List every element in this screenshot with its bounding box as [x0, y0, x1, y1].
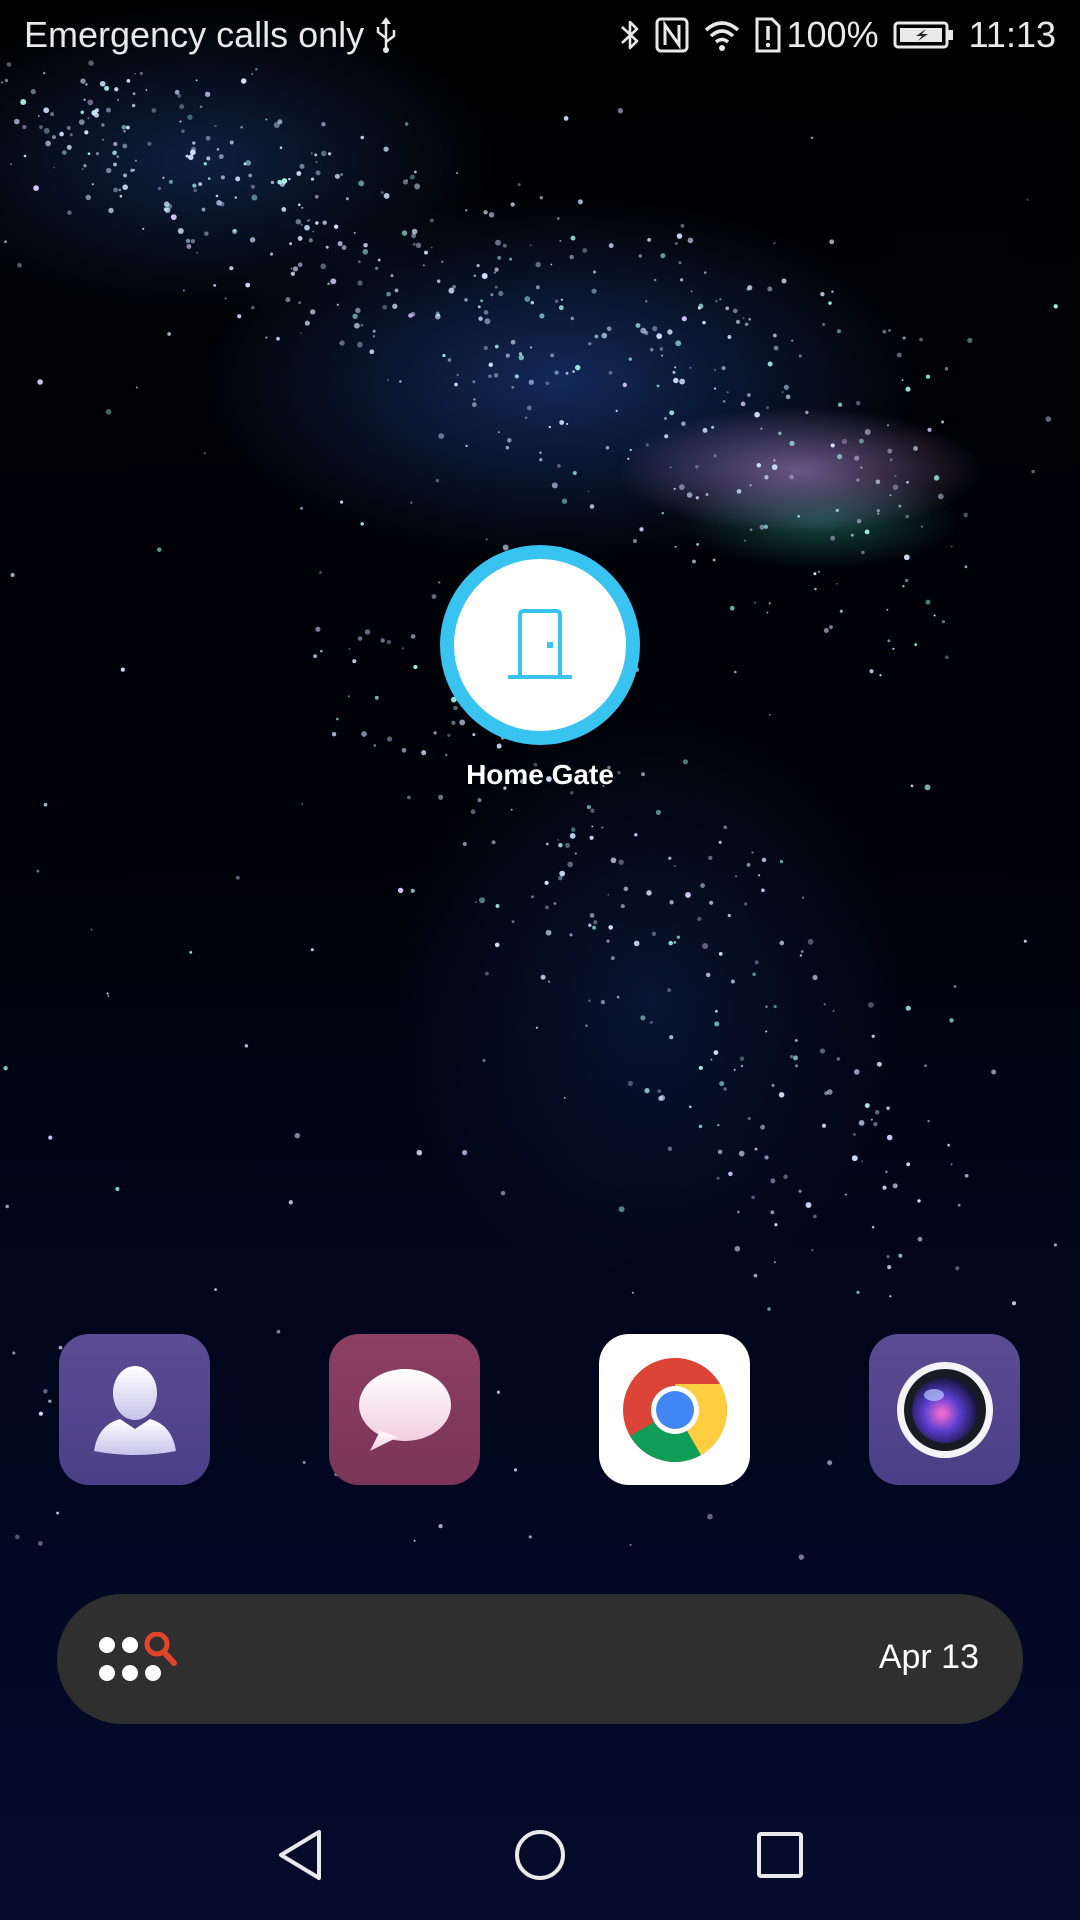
app-drawer-search-icon[interactable] [97, 1632, 197, 1688]
home-gate-icon-container [440, 545, 640, 745]
messages-icon [358, 1368, 451, 1451]
sim-alert-icon [755, 17, 781, 53]
wifi-icon [703, 18, 741, 52]
battery-charging-icon [893, 20, 955, 50]
bluetooth-icon [619, 17, 641, 53]
chrome-icon [622, 1357, 727, 1462]
contacts-icon [93, 1365, 176, 1455]
contacts-app[interactable] [59, 1334, 210, 1485]
usb-icon [376, 17, 396, 53]
recents-icon [757, 1832, 803, 1878]
home-gate-shortcut[interactable]: Home Gate [420, 545, 660, 791]
home-gate-label: Home Gate [466, 759, 614, 790]
nfc-icon [655, 17, 689, 53]
search-bar[interactable]: Apr 13 [57, 1594, 1023, 1724]
camera-app[interactable] [869, 1334, 1020, 1485]
home-screen: Emergency calls only 100% 11:13 Home Gat… [0, 0, 1080, 1920]
recents-button[interactable] [745, 1820, 815, 1890]
camera-icon [896, 1361, 993, 1458]
door-icon [508, 609, 572, 679]
battery-percent: 100% [786, 14, 879, 55]
status-right: 100% 11:13 [605, 14, 1056, 56]
messages-app[interactable] [329, 1334, 480, 1485]
chrome-app[interactable] [599, 1334, 750, 1485]
date-label: Apr 13 [878, 1638, 979, 1676]
back-button[interactable] [265, 1820, 335, 1890]
home-button[interactable] [505, 1820, 575, 1890]
carrier-text: Emergency calls only [24, 14, 365, 55]
status-left: Emergency calls only [24, 14, 398, 56]
status-bar: Emergency calls only 100% 11:13 [0, 0, 1080, 76]
home-icon [515, 1830, 565, 1880]
clock: 11:13 [968, 14, 1056, 55]
back-icon [279, 1830, 321, 1880]
